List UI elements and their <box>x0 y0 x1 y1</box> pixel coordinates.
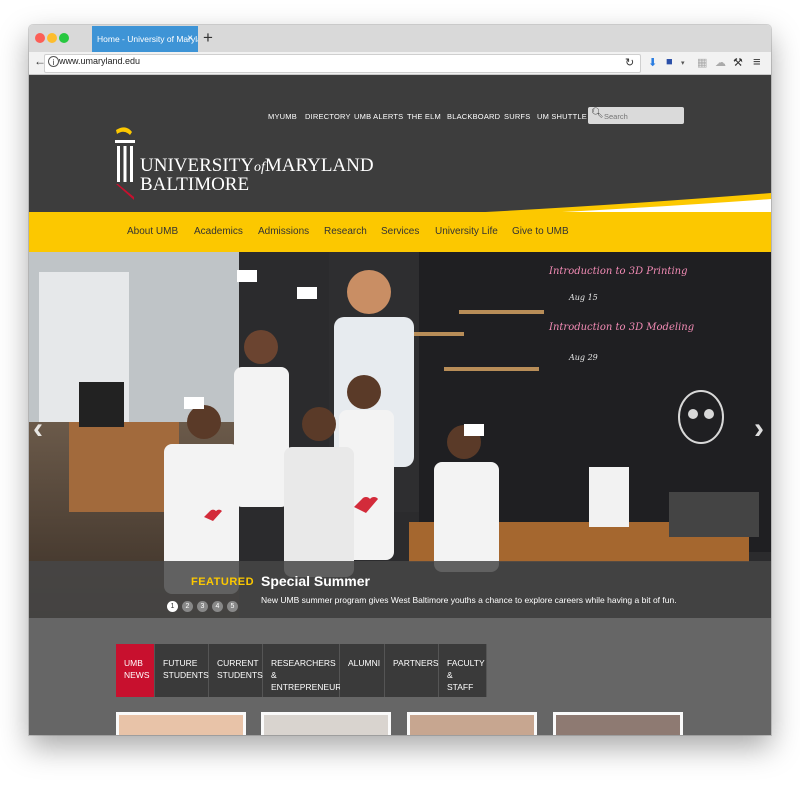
tab-researchers-entrepreneurs[interactable]: RESEARCHERS & ENTREPRENEURS <box>263 644 348 697</box>
logo-university-text: UNIVERSITY <box>140 155 254 176</box>
nav-university-life[interactable]: University Life <box>435 226 498 237</box>
toplink-umb-alerts[interactable]: UMB ALERTS <box>354 112 403 121</box>
tab-label-line2: STUDENTS <box>217 670 263 680</box>
chevron-down-icon[interactable]: ▾ <box>681 59 685 67</box>
hero-next-arrow-icon[interactable]: › <box>754 412 764 446</box>
cloud-icon[interactable]: ☁ <box>715 56 726 69</box>
tab-title: Home - University of Maryland, B <box>97 34 198 44</box>
hero-description: New UMB summer program gives West Baltim… <box>261 595 677 605</box>
tab-label-line2: STUDENTS <box>163 670 209 680</box>
main-nav: About UMB Academics Admissions Research … <box>29 212 771 252</box>
tab-label-line1: FUTURE <box>163 658 198 668</box>
tab-label-line1: RESEARCHERS & <box>271 658 336 680</box>
tab-label-line2: & STAFF <box>447 670 474 692</box>
tab-faculty-staff[interactable]: FACULTY & STAFF <box>439 644 487 697</box>
logo-of-text: of <box>254 160 265 175</box>
browser-nav-bar: ← i www.umaryland.edu ↻ ⬇ ■ ▾ ▦ ☁ ⚒ ≡ <box>29 52 771 75</box>
logo-maryland-text: MARYLAND <box>264 155 374 176</box>
url-text[interactable]: www.umaryland.edu <box>59 56 140 66</box>
chalkboard-text-3d-modeling: Introduction to 3D Modeling <box>548 322 694 333</box>
slide-dot-5[interactable]: 5 <box>227 601 238 612</box>
tab-partners[interactable]: PARTNERS <box>385 644 439 697</box>
audience-section: UMB NEWS FUTURE STUDENTS CURRENT STUDENT… <box>29 618 771 735</box>
minimize-window-icon[interactable] <box>47 33 57 43</box>
nav-about-umb[interactable]: About UMB <box>127 226 178 237</box>
hero-prev-arrow-icon[interactable]: ‹ <box>33 412 43 446</box>
chalkboard-text-3d-printing: Introduction to 3D Printing <box>548 266 688 277</box>
toplink-directory[interactable]: DIRECTORY <box>305 112 351 121</box>
tab-label-line1: UMB <box>124 658 143 668</box>
tab-future-students[interactable]: FUTURE STUDENTS <box>155 644 209 697</box>
news-card[interactable] <box>116 712 246 735</box>
reload-icon[interactable]: ↻ <box>625 56 634 69</box>
nav-give-to-umb[interactable]: Give to UMB <box>512 226 569 237</box>
browser-tab[interactable]: Home - University of Maryland, B × <box>92 26 198 52</box>
umb-logo-icon[interactable] <box>114 122 136 202</box>
slide-dot-3[interactable]: 3 <box>197 601 208 612</box>
slide-dot-4[interactable]: 4 <box>212 601 223 612</box>
tab-current-students[interactable]: CURRENT STUDENTS <box>209 644 263 697</box>
close-window-icon[interactable] <box>35 33 45 43</box>
tab-label-line2: NEWS <box>124 670 150 680</box>
new-tab-button[interactable]: + <box>203 27 213 49</box>
hero-caption: FEATURED 12345 Special Summer New UMB su… <box>29 561 771 618</box>
nav-admissions[interactable]: Admissions <box>258 226 309 237</box>
slide-pager: 12345 <box>167 595 242 613</box>
tab-umb-news[interactable]: UMB NEWS <box>116 644 155 697</box>
pocket-save-icon[interactable]: ■ <box>666 56 673 68</box>
tab-label-line2: ENTREPRENEURS <box>271 682 348 692</box>
tools-icon[interactable]: ⚒ <box>733 56 743 69</box>
chalkboard-text-3d-printing-date: Aug 15 <box>568 293 598 302</box>
maximize-window-icon[interactable] <box>59 33 69 43</box>
tab-close-icon[interactable]: × <box>187 26 193 52</box>
download-icon[interactable]: ⬇ <box>648 56 657 69</box>
chalkboard-text-3d-modeling-date: Aug 29 <box>568 353 598 362</box>
tab-label-line1: PARTNERS <box>393 658 439 668</box>
nav-academics[interactable]: Academics <box>194 226 243 237</box>
browser-window: Home - University of Maryland, B × + ← i… <box>29 25 771 735</box>
site-search[interactable]: 🔍︎ <box>588 107 684 124</box>
slide-dot-1[interactable]: 1 <box>167 601 178 612</box>
toplink-surfs[interactable]: SURFS <box>504 112 530 121</box>
news-card[interactable] <box>553 712 683 735</box>
toplink-um-shuttle[interactable]: UM SHUTTLE <box>537 112 587 121</box>
toplink-myumb[interactable]: MYUMB <box>268 112 297 121</box>
hero-slider[interactable]: Introduction to 3D Printing Aug 15 Intro… <box>29 252 771 618</box>
news-card[interactable] <box>407 712 537 735</box>
toplink-the-elm[interactable]: THE ELM <box>407 112 441 121</box>
tab-alumni[interactable]: ALUMNI <box>340 644 385 697</box>
toplink-blackboard[interactable]: BLACKBOARD <box>447 112 500 121</box>
site-info-icon[interactable]: i <box>48 56 59 67</box>
nav-research[interactable]: Research <box>324 226 367 237</box>
tab-label-line1: FACULTY <box>447 658 485 668</box>
search-input[interactable] <box>602 109 684 123</box>
hamburger-menu-icon[interactable]: ≡ <box>753 54 761 69</box>
featured-label: FEATURED <box>191 576 255 588</box>
nav-services[interactable]: Services <box>381 226 419 237</box>
tab-label-line1: ALUMNI <box>348 658 381 668</box>
news-card[interactable] <box>261 712 391 735</box>
hero-title[interactable]: Special Summer <box>261 573 370 589</box>
browser-tab-strip: Home - University of Maryland, B × + <box>29 25 771 53</box>
tab-label-line1: CURRENT <box>217 658 259 668</box>
slide-dot-2[interactable]: 2 <box>182 601 193 612</box>
extension-icon[interactable]: ▦ <box>697 56 707 69</box>
